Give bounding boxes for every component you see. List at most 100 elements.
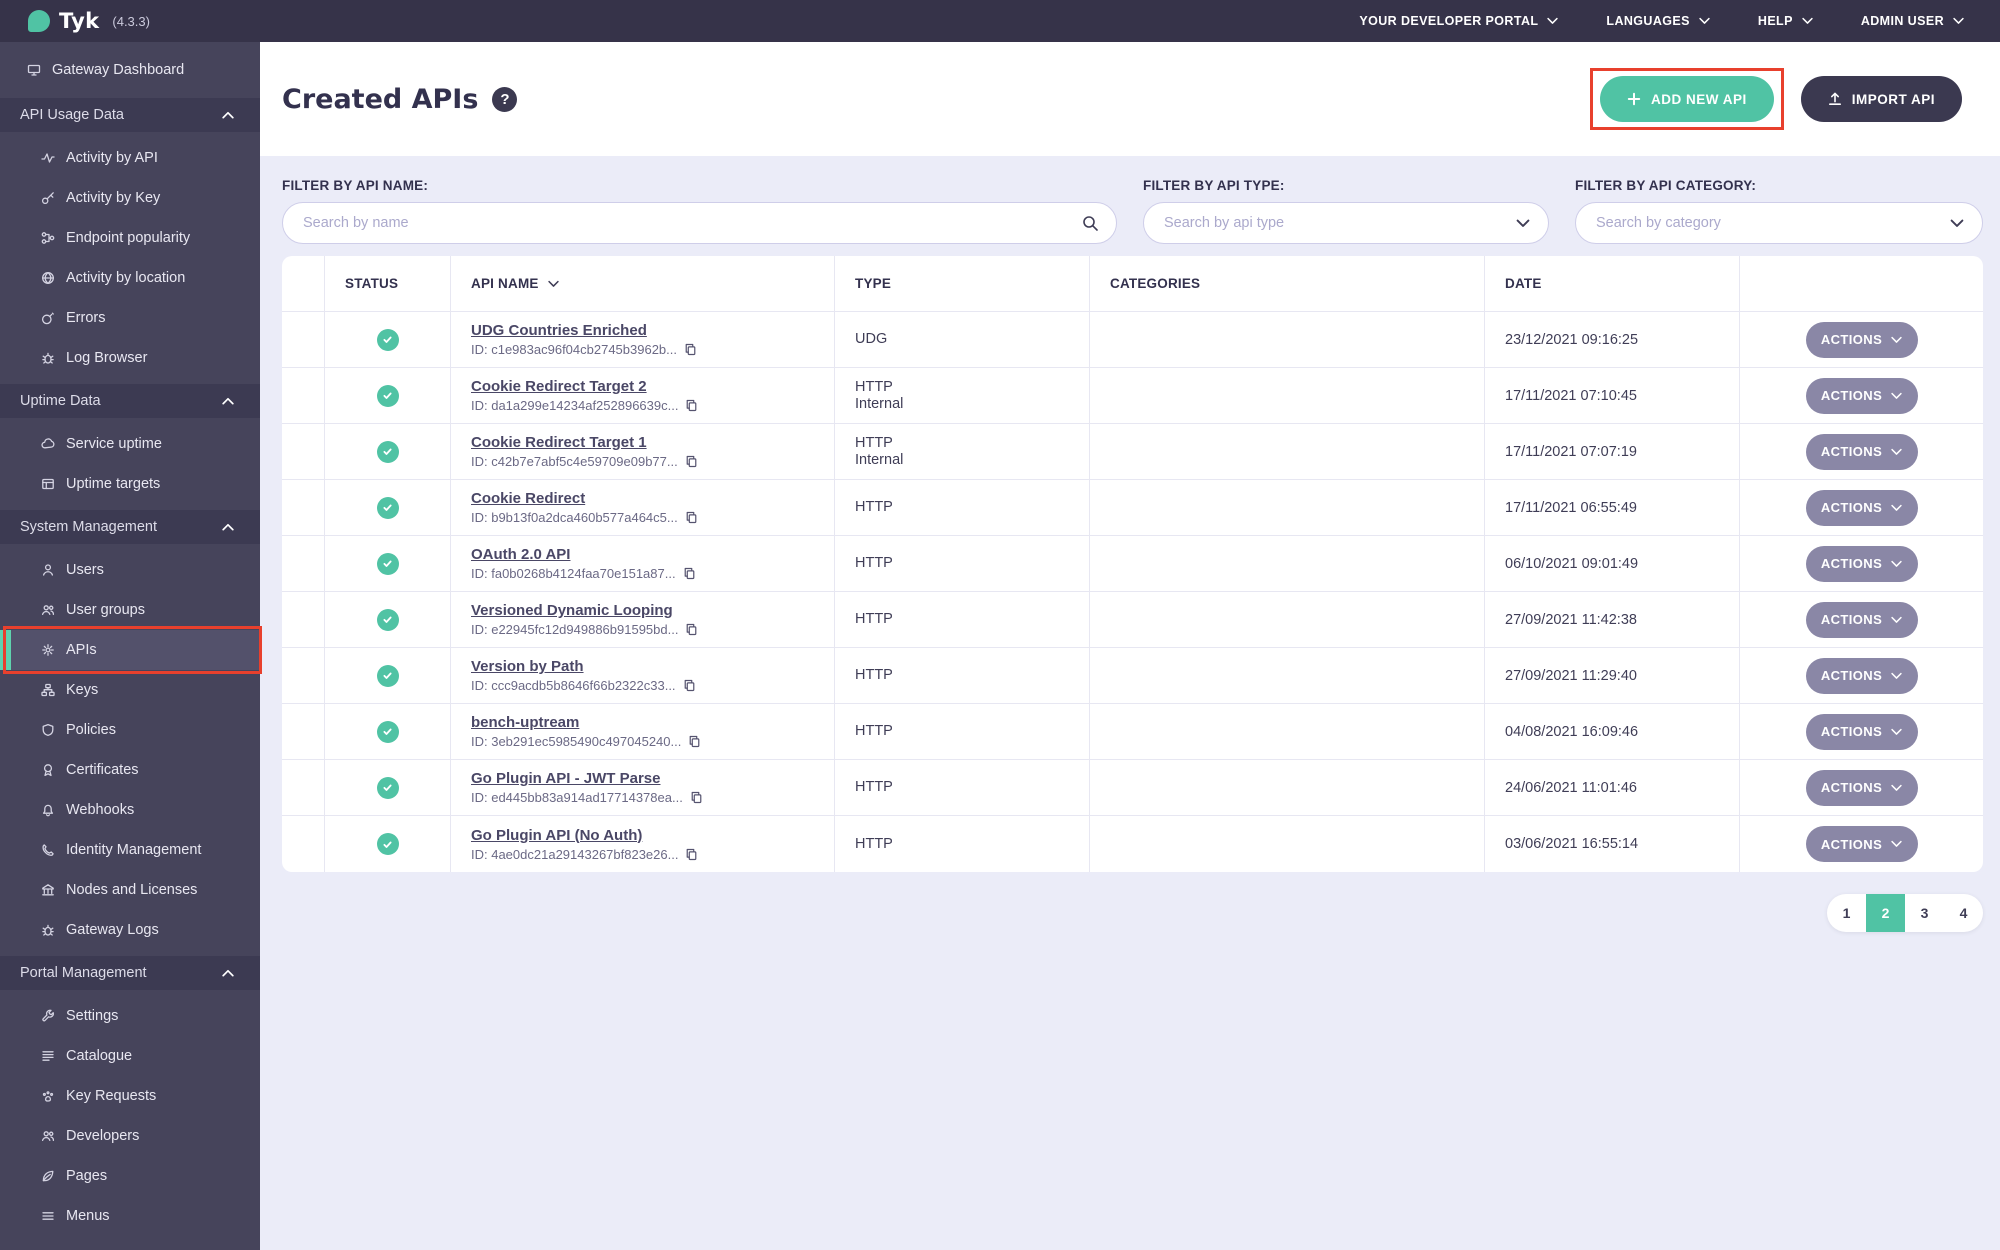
sidebar-item-webhooks[interactable]: Webhooks	[0, 790, 260, 830]
sort-chevron-icon[interactable]	[547, 280, 559, 288]
spacer-column	[282, 480, 325, 535]
sidebar-item-activity-by-api[interactable]: Activity by API	[0, 138, 260, 178]
actions-button[interactable]: ACTIONS	[1805, 377, 1918, 414]
chevron-down-icon	[1891, 840, 1902, 848]
copy-icon[interactable]	[685, 399, 698, 412]
sidebar-item-key-requests[interactable]: Key Requests	[0, 1076, 260, 1116]
api-name-link[interactable]: Go Plugin API (No Auth)	[471, 827, 698, 844]
help-icon[interactable]: ?	[492, 86, 518, 112]
add-new-api-button[interactable]: ADD NEW API	[1599, 76, 1774, 122]
chevron-down-icon	[1891, 784, 1902, 792]
actions-button[interactable]: ACTIONS	[1805, 769, 1918, 806]
actions-button[interactable]: ACTIONS	[1805, 826, 1918, 862]
api-name-link[interactable]: bench-uptream	[471, 714, 701, 731]
search-icon[interactable]	[1082, 215, 1098, 231]
status-cell	[325, 536, 451, 591]
import-api-button[interactable]: IMPORT API	[1800, 76, 1962, 122]
sidebar-item-endpoint-popularity[interactable]: Endpoint popularity	[0, 218, 260, 258]
api-name-link[interactable]: Cookie Redirect Target 1	[471, 434, 698, 451]
sidebar-item-policies[interactable]: Policies	[0, 710, 260, 750]
sidebar-section-portal-management[interactable]: Portal Management	[0, 956, 260, 990]
type-cell: HTTP	[835, 648, 1090, 703]
actions-cell: ACTIONS	[1740, 704, 1983, 759]
sidebar-item-errors[interactable]: Errors	[0, 298, 260, 338]
sidebar-section-api-usage-data[interactable]: API Usage Data	[0, 98, 260, 132]
topnav-developer-portal[interactable]: YOUR DEVELOPER PORTAL	[1359, 14, 1559, 28]
copy-icon[interactable]	[685, 455, 698, 468]
copy-icon[interactable]	[685, 623, 698, 636]
sidebar-item-user-groups[interactable]: User groups	[0, 590, 260, 630]
api-name-link[interactable]: Cookie Redirect	[471, 490, 698, 507]
api-name-link[interactable]: OAuth 2.0 API	[471, 546, 696, 563]
brand-logo[interactable]: Tyk (4.3.3)	[28, 9, 150, 33]
api-type-select[interactable]: Search by api type	[1143, 202, 1549, 244]
sidebar-item-users[interactable]: Users	[0, 550, 260, 590]
topnav-languages[interactable]: LANGUAGES	[1606, 14, 1710, 28]
status-active-check-icon	[376, 608, 399, 631]
sidebar-item-service-uptime[interactable]: Service uptime	[0, 424, 260, 464]
page-button-3[interactable]: 3	[1905, 894, 1944, 932]
copy-icon[interactable]	[684, 343, 697, 356]
api-name-link[interactable]: UDG Countries Enriched	[471, 322, 697, 339]
search-by-name-input[interactable]	[303, 215, 1082, 231]
copy-icon[interactable]	[683, 567, 696, 580]
actions-button[interactable]: ACTIONS	[1805, 489, 1918, 526]
page-button-4[interactable]: 4	[1944, 894, 1983, 932]
actions-button[interactable]: ACTIONS	[1805, 433, 1918, 470]
api-id-text: ID: c1e983ac96f04cb2745b3962b...	[471, 342, 678, 357]
api-name-link[interactable]: Cookie Redirect Target 2	[471, 378, 698, 395]
sidebar-item-keys[interactable]: Keys	[0, 670, 260, 710]
sidebar-item-apis[interactable]: APIs	[0, 626, 262, 674]
copy-icon[interactable]	[688, 735, 701, 748]
sidebar-item-settings[interactable]: Settings	[0, 996, 260, 1036]
sidebar-section-system-management[interactable]: System Management	[0, 510, 260, 544]
table-row: Versioned Dynamic Looping ID: e22945fc12d…	[282, 592, 1983, 648]
api-id-text: ID: ed445bb83a914ad17714378ea...	[471, 790, 683, 805]
sidebar-item-label: Settings	[66, 1008, 119, 1024]
copy-icon[interactable]	[683, 679, 696, 692]
api-name-link[interactable]: Versioned Dynamic Looping	[471, 602, 698, 619]
column-header-api-name[interactable]: API NAME	[451, 256, 835, 311]
topnav-admin-user[interactable]: ADMIN USER	[1861, 14, 1964, 28]
api-type: HTTP	[855, 611, 893, 628]
table-row: Go Plugin API - JWT Parse ID: ed445bb83a9…	[282, 760, 1983, 816]
sidebar-group: Settings Catalogue Key Requests Develope…	[0, 990, 260, 1242]
actions-button[interactable]: ACTIONS	[1805, 321, 1918, 358]
actions-button[interactable]: ACTIONS	[1805, 657, 1918, 694]
sidebar-section-uptime-data[interactable]: Uptime Data	[0, 384, 260, 418]
sidebar-item-certificates[interactable]: Certificates	[0, 750, 260, 790]
sitemap-icon	[41, 683, 55, 697]
bug-icon	[41, 923, 55, 937]
phone-icon	[41, 843, 55, 857]
api-name-link[interactable]: Version by Path	[471, 658, 696, 675]
copy-icon[interactable]	[685, 848, 698, 861]
topnav-help[interactable]: HELP	[1758, 14, 1813, 28]
sidebar-item-uptime-targets[interactable]: Uptime targets	[0, 464, 260, 504]
sidebar-item-activity-by-location[interactable]: Activity by location	[0, 258, 260, 298]
catalogue-list-icon	[41, 1049, 55, 1063]
chevron-up-icon	[222, 969, 234, 977]
copy-icon[interactable]	[685, 511, 698, 524]
sidebar-item-menus[interactable]: Menus	[0, 1196, 260, 1236]
sidebar-item-activity-by-key[interactable]: Activity by Key	[0, 178, 260, 218]
copy-icon[interactable]	[690, 791, 703, 804]
actions-label: ACTIONS	[1820, 388, 1883, 403]
page-button-2-active[interactable]: 2	[1866, 894, 1905, 932]
actions-button[interactable]: ACTIONS	[1805, 713, 1918, 750]
sidebar-item-gateway-logs[interactable]: Gateway Logs	[0, 910, 260, 950]
api-name-link[interactable]: Go Plugin API - JWT Parse	[471, 770, 703, 787]
sidebar-item-catalogue[interactable]: Catalogue	[0, 1036, 260, 1076]
sidebar-item-identity-management[interactable]: Identity Management	[0, 830, 260, 870]
actions-button[interactable]: ACTIONS	[1805, 545, 1918, 582]
sidebar-item-nodes-and-licenses[interactable]: Nodes and Licenses	[0, 870, 260, 910]
actions-button[interactable]: ACTIONS	[1805, 601, 1918, 638]
page-button-1[interactable]: 1	[1827, 894, 1866, 932]
sidebar-item-label: Log Browser	[66, 350, 148, 366]
sidebar-item-log-browser[interactable]: Log Browser	[0, 338, 260, 378]
globe-icon	[41, 271, 55, 285]
api-category-select[interactable]: Search by category	[1575, 202, 1983, 244]
sidebar-item-gateway-dashboard[interactable]: Gateway Dashboard	[0, 42, 260, 98]
sidebar-item-developers[interactable]: Developers	[0, 1116, 260, 1156]
status-cell	[325, 312, 451, 367]
sidebar-item-pages[interactable]: Pages	[0, 1156, 260, 1196]
